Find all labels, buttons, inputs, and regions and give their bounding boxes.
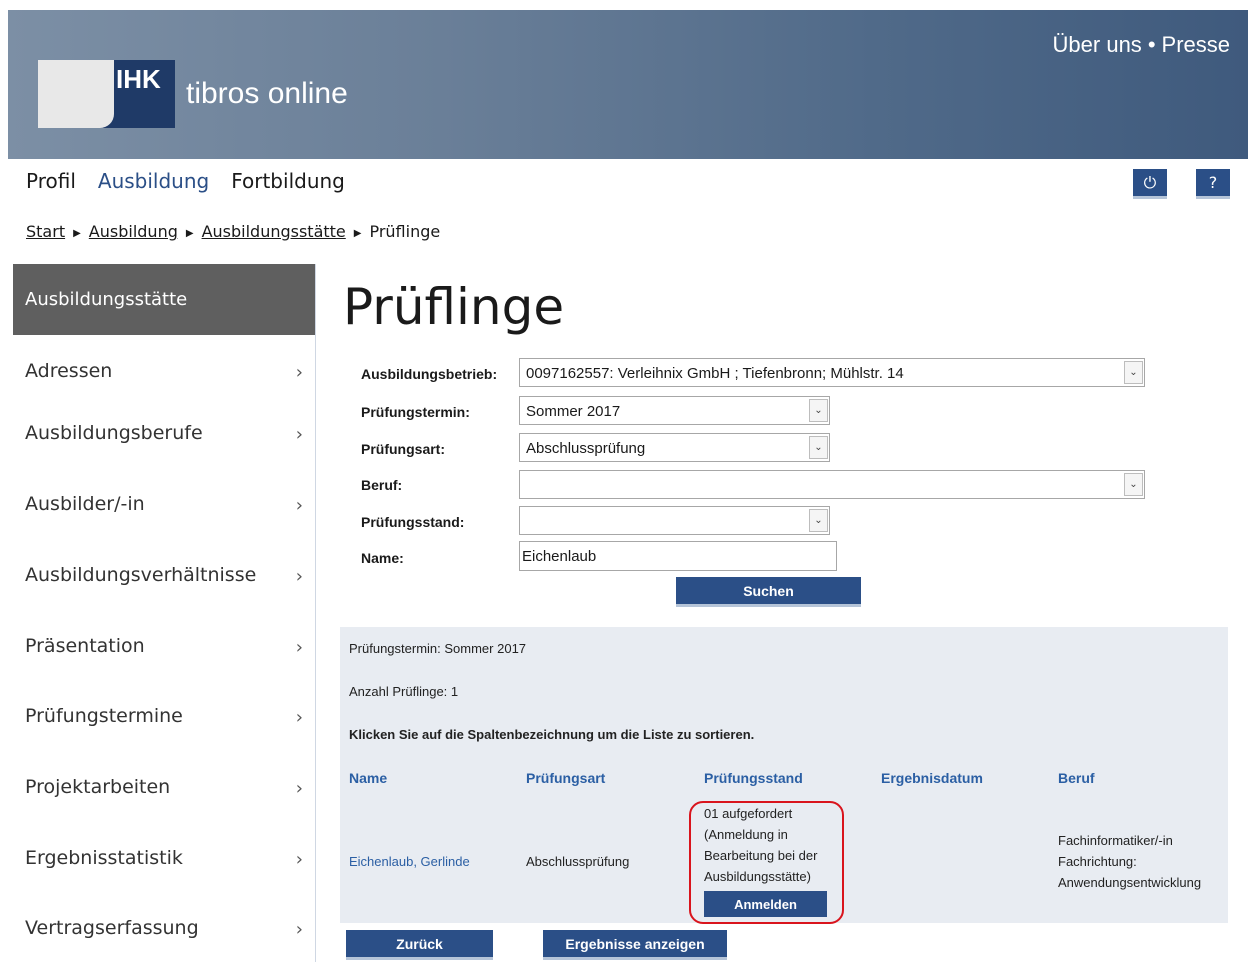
chevron-down-icon: ⌄ [809, 509, 828, 532]
chevron-right-icon: › [295, 707, 303, 728]
help-button[interactable]: ? [1196, 169, 1230, 196]
power-icon: ⏻ [1143, 172, 1157, 192]
sidebar-item-label: Adressen [25, 360, 113, 382]
chevron-right-icon: › [295, 362, 303, 383]
beruf-line: Fachinformatiker/-in [1058, 833, 1173, 848]
sidebar-item-label: Prüfungstermine [25, 705, 183, 727]
nav-fortbildung[interactable]: Fortbildung [231, 169, 345, 193]
sidebar-item-label: Ausbildungsberufe [25, 422, 203, 444]
sidebar-item-label: Vertragserfassung [25, 917, 199, 939]
sidebar-item-projektarbeiten[interactable]: Projektarbeiten › [25, 776, 303, 799]
breadcrumb-ausbildung[interactable]: Ausbildung [89, 222, 178, 241]
art-select[interactable]: Abschlussprüfung ⌄ [519, 433, 830, 462]
results-termin: Prüfungstermin: Sommer 2017 [349, 641, 527, 656]
termin-value: Sommer 2017 [526, 403, 621, 420]
col-header-beruf[interactable]: Beruf [1058, 770, 1095, 786]
row-beruf: Fachinformatiker/-in Fachrichtung: Anwen… [1058, 830, 1201, 893]
betrieb-value: 0097162557: Verleihnix GmbH ; Tiefenbron… [526, 365, 904, 382]
betrieb-select[interactable]: 0097162557: Verleihnix GmbH ; Tiefenbron… [519, 358, 1145, 387]
chevron-down-icon: ⌄ [1124, 361, 1143, 384]
sidebar-item-ausbildungsverhaeltnisse[interactable]: Ausbildungsverhältnisse › [25, 564, 303, 587]
chevron-right-icon: › [295, 424, 303, 445]
col-header-name[interactable]: Name [349, 770, 387, 786]
breadcrumb-start[interactable]: Start [26, 222, 65, 241]
link-presse[interactable]: Presse [1162, 32, 1230, 57]
termin-select[interactable]: Sommer 2017 ⌄ [519, 396, 830, 425]
chevron-down-icon: ⌄ [809, 436, 828, 459]
sidebar-item-label: Ausbilder/-in [25, 493, 145, 515]
nav-profil[interactable]: Profil [26, 169, 76, 193]
show-results-button[interactable]: Ergebnisse anzeigen [543, 930, 727, 957]
chevron-right-icon: › [295, 919, 303, 940]
col-header-pruefungsstand[interactable]: Prüfungsstand [704, 770, 803, 786]
ihk-logo[interactable]: IHK [38, 60, 175, 128]
breadcrumb: Start ▶ Ausbildung ▶ Ausbildungsstätte ▶ Prüfl… [26, 222, 440, 241]
beruf-select[interactable]: ⌄ [519, 470, 1145, 499]
breadcrumb-ausbildungsstaette[interactable]: Ausbildungsstätte [202, 222, 346, 241]
sidebar-item-label: Projektarbeiten [25, 776, 171, 798]
chevron-right-icon: › [295, 849, 303, 870]
breadcrumb-arrow-icon: ▶ [73, 228, 81, 239]
page-title: Prüflinge [343, 278, 565, 336]
beruf-label: Beruf: [361, 477, 403, 493]
logout-button[interactable]: ⏻ [1133, 169, 1167, 196]
chevron-right-icon: › [295, 778, 303, 799]
chevron-right-icon: › [295, 495, 303, 516]
header-banner: IHK tibros online Über uns • Presse [8, 10, 1248, 159]
sidebar-item-label: Ergebnisstatistik [25, 847, 183, 869]
logo-shape [38, 60, 114, 128]
sidebar-item-vertragserfassung[interactable]: Vertragserfassung › [25, 917, 303, 940]
beruf-line: Fachrichtung: [1058, 854, 1137, 869]
sidebar: Ausbildungsstätte Adressen › Ausbildungsb… [13, 264, 316, 962]
sidebar-item-pruefungstermine[interactable]: Prüfungstermine › [25, 705, 303, 728]
sidebar-item-praesentation[interactable]: Präsentation › [25, 635, 303, 658]
top-links: Über uns • Presse [1053, 32, 1230, 58]
breadcrumb-arrow-icon: ▶ [353, 228, 362, 239]
link-ueber-uns[interactable]: Über uns [1053, 32, 1142, 57]
link-separator: • [1147, 32, 1156, 57]
sidebar-item-adressen[interactable]: Adressen › [25, 360, 303, 383]
sidebar-item-ausbilder[interactable]: Ausbilder/-in › [25, 493, 303, 516]
stand-label: Prüfungsstand: [361, 514, 465, 530]
row-name-link[interactable]: Eichenlaub, Gerlinde [349, 851, 470, 872]
name-input[interactable]: Eichenlaub [519, 541, 837, 571]
col-header-pruefungsart[interactable]: Prüfungsart [526, 770, 605, 786]
chevron-down-icon: ⌄ [809, 399, 828, 422]
breadcrumb-arrow-icon: ▶ [185, 228, 194, 239]
back-button[interactable]: Zurück [346, 930, 493, 957]
termin-label: Prüfungstermin: [361, 404, 470, 420]
sidebar-item-ausbildungsberufe[interactable]: Ausbildungsberufe › [25, 422, 303, 445]
chevron-down-icon: ⌄ [1124, 473, 1143, 496]
help-icon: ? [1208, 173, 1218, 192]
art-label: Prüfungsart: [361, 441, 445, 457]
sort-hint: Klicken Sie auf die Spaltenbezeichnung u… [349, 727, 755, 742]
breadcrumb-current: Prüflinge [369, 222, 441, 241]
row-pruefungsart: Abschlussprüfung [526, 854, 630, 869]
chevron-right-icon: › [295, 566, 303, 587]
chevron-right-icon: › [295, 637, 303, 658]
highlight-annotation [689, 801, 844, 924]
results-panel: Prüfungstermin: Sommer 2017 Anzahl Prüfl… [340, 627, 1228, 924]
app-title: tibros online [186, 77, 348, 110]
beruf-line: Anwendungsentwicklung [1058, 875, 1202, 890]
betrieb-label: Ausbildungsbetrieb: [361, 366, 498, 382]
logo-abbr: IHK [116, 64, 161, 94]
sidebar-item-label: Ausbildungsverhältnisse [25, 564, 257, 586]
stand-select[interactable]: ⌄ [519, 506, 830, 535]
search-button[interactable]: Suchen [676, 577, 861, 604]
sidebar-item-ergebnisstatistik[interactable]: Ergebnisstatistik › [25, 847, 303, 870]
sidebar-item-label: Präsentation [25, 635, 145, 657]
art-value: Abschlussprüfung [526, 440, 646, 457]
main-nav: Profil Ausbildung Fortbildung [26, 169, 367, 193]
name-label: Name: [361, 550, 404, 566]
col-header-ergebnisdatum[interactable]: Ergebnisdatum [881, 770, 983, 786]
nav-ausbildung[interactable]: Ausbildung [98, 169, 209, 193]
sidebar-title[interactable]: Ausbildungsstätte [13, 264, 315, 335]
results-count: Anzahl Prüflinge: 1 [349, 684, 459, 699]
